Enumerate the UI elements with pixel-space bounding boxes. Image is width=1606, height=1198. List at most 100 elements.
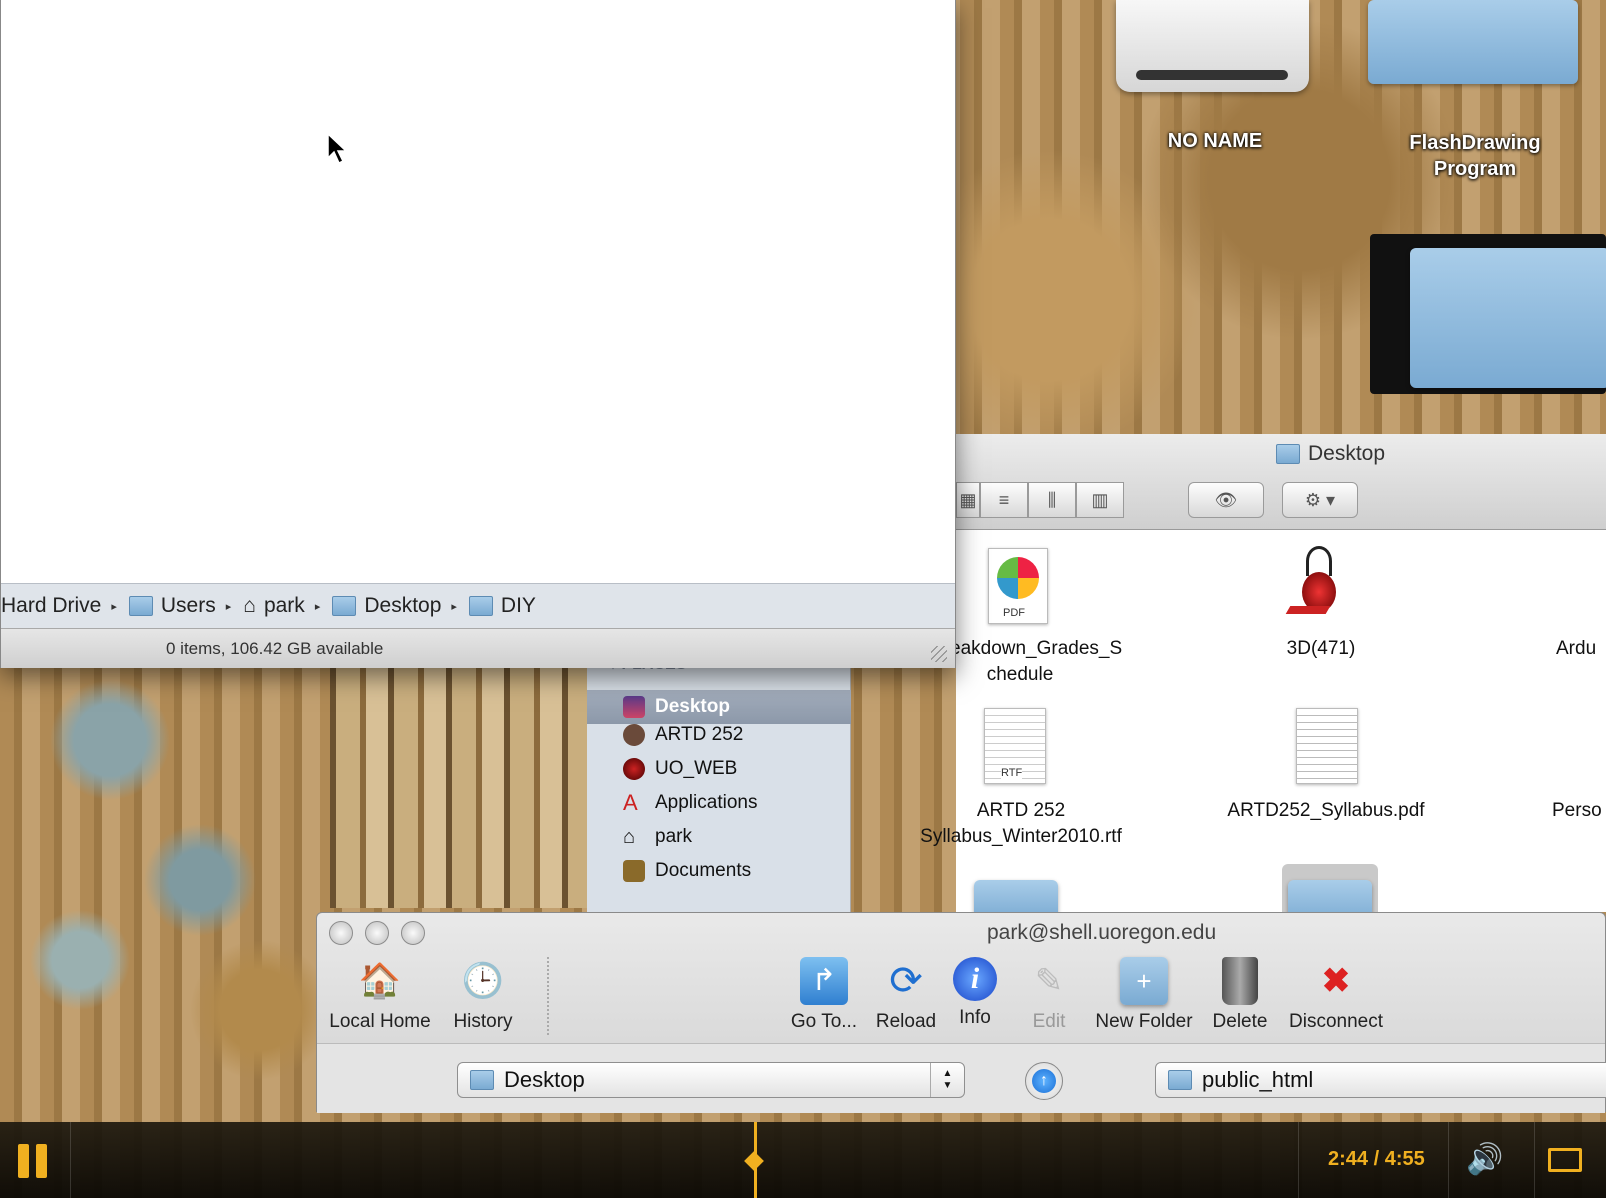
remote-folder-label: public_html (1202, 1067, 1314, 1092)
pdf-file-icon[interactable] (1296, 708, 1358, 784)
remote-folder-popup[interactable]: public_html (1155, 1062, 1606, 1098)
folder-icon (468, 596, 493, 616)
parent-folder-button[interactable]: ↑ (1025, 1062, 1063, 1100)
gear-icon: ⚙ ▾ (1304, 489, 1336, 510)
folder-icon (623, 724, 645, 746)
sidebar-item-label: park (655, 826, 692, 847)
toolbar-label: Disconnect (1289, 1011, 1383, 1032)
flash-icon (623, 758, 645, 780)
path-item-users[interactable]: Users (128, 594, 216, 618)
new-folder-button[interactable]: + New Folder (1089, 957, 1199, 1033)
file-name[interactable]: ARTD 252 Syllabus_Winter2010.rtf (896, 798, 1146, 850)
fetch-window: park@shell.uoregon.edu 🏠 Local Home 🕒 Hist… (316, 912, 1606, 1113)
sidebar-item-uoweb[interactable]: UO_WEB (623, 758, 737, 780)
desktop-icon (623, 696, 645, 718)
zoom-button[interactable] (401, 921, 425, 945)
delete-button[interactable]: Delete (1205, 957, 1275, 1033)
sidebar-item-artd252[interactable]: ARTD 252 (623, 724, 743, 746)
path-item-hard-drive[interactable]: Hard Drive (1, 594, 101, 618)
folder-icon[interactable] (1368, 0, 1578, 84)
resize-handle[interactable] (931, 646, 947, 662)
desktop-finder-window: Desktop ▦ ≡ ⫼ ▥ 👁 ⚙ ▾ PDF eakdown_Grades… (920, 434, 1606, 924)
drive-icon[interactable] (1116, 0, 1309, 92)
icon-view-button[interactable]: ▦ (956, 482, 980, 518)
file-name[interactable]: Perso (1552, 798, 1606, 824)
sidebar-item-desktop[interactable]: Desktop (587, 690, 851, 724)
path-item-label: Desktop (364, 594, 442, 617)
divider (1298, 1122, 1299, 1198)
file-name-line1: 3D(471) (1286, 638, 1356, 659)
quicklook-button[interactable]: 👁 (1188, 482, 1264, 518)
toolbar-label: Delete (1212, 1011, 1268, 1032)
column-view-button[interactable]: ⫼ (1028, 482, 1076, 518)
goto-button[interactable]: ↱ Go To... (779, 957, 869, 1033)
folder-icon (332, 596, 357, 616)
folder-icon (1168, 1070, 1192, 1090)
playhead-slider[interactable] (754, 1122, 757, 1198)
path-item-label: park (263, 594, 305, 617)
coverflow-view-button[interactable]: ▥ (1076, 482, 1124, 518)
toolbar-label: Edit (1032, 1011, 1066, 1032)
file-name[interactable]: eakdown_Grades_S chedule (950, 636, 1122, 688)
file-name-line1: Perso (1552, 800, 1602, 821)
history-button[interactable]: 🕒 History (443, 957, 523, 1033)
path-item-park[interactable]: ⌂ park (243, 594, 305, 618)
path-item-diy[interactable]: DIY (468, 594, 536, 618)
disconnect-icon: ✖ (1321, 962, 1351, 1000)
path-item-label: Hard Drive (1, 594, 102, 617)
disconnect-button[interactable]: ✖ Disconnect (1281, 957, 1391, 1033)
toolbar-label: Local Home (329, 1011, 431, 1032)
sidebar-item-park[interactable]: ⌂ park (623, 826, 692, 848)
flash-app-icon[interactable] (1285, 542, 1348, 622)
users-folder-icon (128, 596, 153, 616)
file-name[interactable]: ARTD252_Syllabus.pdf (1196, 798, 1456, 824)
pause-icon (18, 1144, 29, 1178)
minimize-button[interactable] (365, 921, 389, 945)
pause-button[interactable] (18, 1144, 50, 1178)
rtf-file-icon[interactable]: RTF (984, 708, 1046, 784)
info-button[interactable]: i Info (945, 957, 1005, 1029)
file-name[interactable]: Ardu (1556, 636, 1606, 662)
applications-icon: A (623, 790, 638, 815)
path-item-desktop[interactable]: Desktop (332, 594, 441, 618)
toolbar-separator (547, 957, 549, 1035)
local-folder-popup[interactable]: Desktop ▲ ▼ (457, 1062, 965, 1098)
pause-icon (36, 1144, 47, 1178)
file-name[interactable]: 3D(471) (1216, 636, 1426, 662)
folder-icon (1276, 444, 1300, 464)
finder-toolbar: Desktop ▦ ≡ ⫼ ▥ 👁 ⚙ ▾ (956, 434, 1606, 530)
sidebar-item-applications[interactable]: A Applications (623, 792, 757, 814)
folder-icon (470, 1070, 494, 1090)
path-arrow-icon: ▸ (111, 600, 117, 613)
playback-time: 2:44 / 4:55 (1328, 1148, 1425, 1170)
path-controls: Desktop ▲ ▼ ↑ public_html (317, 1043, 1606, 1113)
sidebar-item-label: Applications (655, 792, 758, 813)
edit-button[interactable]: ✎ Edit (1019, 957, 1079, 1033)
local-home-button[interactable]: 🏠 Local Home (325, 957, 435, 1033)
documents-icon (623, 860, 645, 882)
close-button[interactable] (329, 921, 353, 945)
finder-title: Desktop (1276, 442, 1385, 466)
eye-icon: 👁 (1214, 489, 1238, 510)
status-bar: 0 items, 106.42 GB available (1, 628, 955, 668)
home-icon: 🏠 (358, 962, 402, 1000)
finder-title-text: Desktop (1308, 442, 1386, 465)
status-text: 0 items, 106.42 GB available (166, 639, 384, 658)
path-arrow-icon: ▸ (314, 600, 321, 613)
toolbar-label: Info (959, 1007, 991, 1028)
file-name-line2: chedule (986, 664, 1054, 685)
edit-icon: ✎ (1034, 962, 1064, 1000)
folder-label-line1: FlashDrawing (1409, 132, 1541, 154)
volume-icon[interactable]: 🔊 (1466, 1142, 1503, 1177)
fullscreen-icon[interactable] (1548, 1148, 1582, 1172)
folder-label-line2: Program (1433, 158, 1517, 180)
drive-label: NO NAME (1167, 130, 1263, 152)
pdf-file-icon[interactable]: PDF (988, 548, 1048, 624)
up-arrow-icon: ↑ (1032, 1069, 1056, 1093)
reload-button[interactable]: ⟳ Reload (871, 957, 941, 1033)
folder-preview-icon[interactable] (1370, 234, 1606, 394)
sidebar-item-documents[interactable]: Documents (623, 860, 751, 882)
list-view-button[interactable]: ≡ (980, 482, 1028, 518)
action-button[interactable]: ⚙ ▾ (1282, 482, 1358, 518)
window-title: park@shell.uoregon.edu (987, 921, 1217, 944)
